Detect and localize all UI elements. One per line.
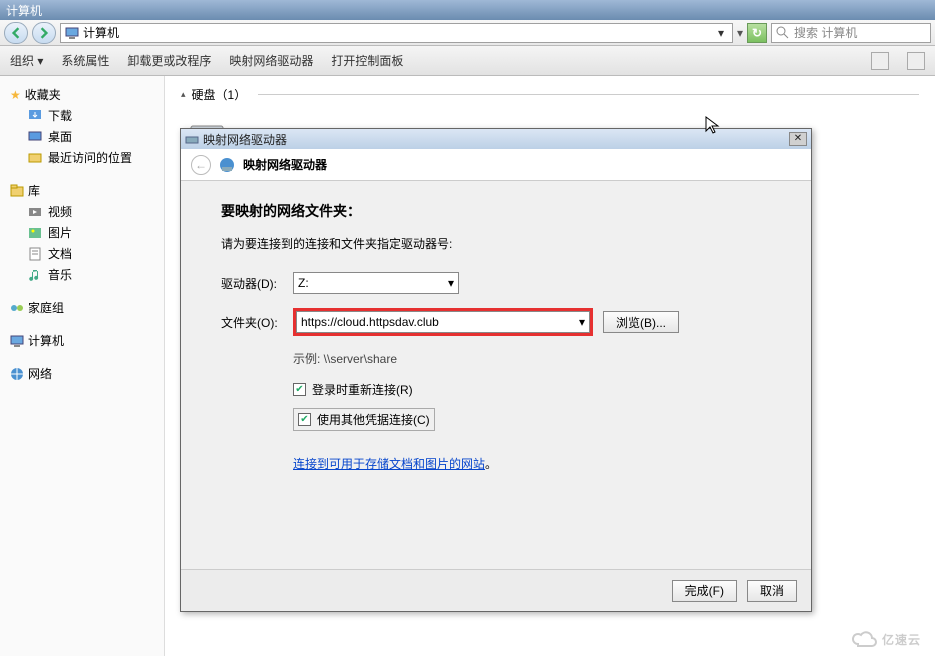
sidebar-item-desktop[interactable]: 桌面 <box>6 126 158 147</box>
example-text: 示例: \\server\share <box>293 350 771 367</box>
drive-icon <box>185 132 199 146</box>
uninstall-programs[interactable]: 卸载更或改程序 <box>127 52 211 69</box>
search-icon <box>776 26 790 40</box>
storage-website-link[interactable]: 连接到可用于存储文档和图片的网站 <box>293 457 485 471</box>
reconnect-checkbox-row[interactable]: ✔ 登录时重新连接(R) <box>293 381 771 398</box>
sidebar-item-recent[interactable]: 最近访问的位置 <box>6 147 158 168</box>
sidebar-item-downloads[interactable]: 下载 <box>6 105 158 126</box>
video-icon <box>28 205 42 219</box>
window-title: 计算机 <box>6 2 42 19</box>
globe-drive-icon <box>219 157 235 173</box>
address-dropdown[interactable]: ▾ <box>714 26 728 40</box>
dialog-title-text: 映射网络驱动器 <box>203 131 287 148</box>
network-icon <box>10 367 24 381</box>
checkbox-checked-icon: ✔ <box>298 413 311 426</box>
sidebar-item-documents[interactable]: 文档 <box>6 243 158 264</box>
finish-button[interactable]: 完成(F) <box>672 580 737 602</box>
folder-label: 文件夹(O): <box>221 314 283 331</box>
folder-highlight-box: https://cloud.httpsdav.club ▾ <box>293 308 593 336</box>
open-control-panel[interactable]: 打开控制面板 <box>331 52 403 69</box>
watermark: 亿速云 <box>850 630 921 648</box>
back-button[interactable] <box>4 22 28 44</box>
dialog-prompt: 请为要连接到的连接和文件夹指定驱动器号: <box>221 235 771 252</box>
homegroup-icon <box>10 301 24 315</box>
browse-button[interactable]: 浏览(B)... <box>603 311 679 333</box>
document-icon <box>28 247 42 261</box>
network-header[interactable]: 网络 <box>6 363 158 384</box>
dialog-titlebar[interactable]: 映射网络驱动器 ✕ <box>181 129 811 149</box>
sidebar-item-music[interactable]: 音乐 <box>6 264 158 285</box>
sidebar-item-videos[interactable]: 视频 <box>6 201 158 222</box>
dialog-body: 要映射的网络文件夹： 请为要连接到的连接和文件夹指定驱动器号: 驱动器(D): … <box>181 181 811 569</box>
arrow-right-icon <box>38 27 50 39</box>
dialog-close-button[interactable]: ✕ <box>789 132 807 146</box>
desktop-icon <box>28 130 42 144</box>
navigation-bar: 计算机 ▾ ▾ ↻ 搜索 计算机 <box>0 20 935 46</box>
othercreds-checkbox-row[interactable]: ✔ 使用其他凭据连接(C) <box>293 408 435 431</box>
map-network-drive[interactable]: 映射网络驱动器 <box>229 52 313 69</box>
cancel-button[interactable]: 取消 <box>747 580 797 602</box>
dialog-subtitle: 映射网络驱动器 <box>243 156 327 173</box>
system-properties[interactable]: 系统属性 <box>61 52 109 69</box>
cloud-icon <box>850 630 878 648</box>
divider-line <box>258 94 919 95</box>
star-icon: ★ <box>10 88 21 102</box>
disk-section-header[interactable]: 硬盘（1） <box>181 84 919 104</box>
homegroup-header[interactable]: 家庭组 <box>6 297 158 318</box>
forward-button[interactable] <box>32 22 56 44</box>
othercreds-label: 使用其他凭据连接(C) <box>317 411 430 428</box>
picture-icon <box>28 226 42 240</box>
drive-value: Z: <box>298 276 309 290</box>
arrow-left-icon <box>10 27 22 39</box>
view-icon[interactable] <box>871 52 889 70</box>
libraries-header[interactable]: 库 <box>6 180 158 201</box>
folder-value: https://cloud.httpsdav.club <box>301 315 579 329</box>
organize-menu[interactable]: 组织 ▾ <box>10 52 43 69</box>
drive-select[interactable]: Z: ▾ <box>293 272 459 294</box>
chevron-down-icon: ▾ <box>448 276 454 290</box>
recent-icon <box>28 151 42 165</box>
address-text: 计算机 <box>83 24 119 41</box>
download-icon <box>28 109 42 123</box>
disk-section-label: 硬盘（1） <box>192 86 247 103</box>
back-arrow-icon[interactable]: ← <box>191 155 211 175</box>
dialog-subheader: ← 映射网络驱动器 <box>181 149 811 181</box>
drive-label: 驱动器(D): <box>221 275 283 292</box>
navigation-sidebar: ★收藏夹 下载 桌面 最近访问的位置 库 视频 图片 文档 音乐 家庭组 计算机… <box>0 76 165 656</box>
folder-combobox[interactable]: https://cloud.httpsdav.club ▾ <box>296 311 590 333</box>
window-titlebar: 计算机 <box>0 0 935 20</box>
map-drive-dialog: 映射网络驱动器 ✕ ← 映射网络驱动器 要映射的网络文件夹： 请为要连接到的连接… <box>180 128 812 612</box>
explorer-toolbar: 组织 ▾ 系统属性 卸载更或改程序 映射网络驱动器 打开控制面板 <box>0 46 935 76</box>
sidebar-item-pictures[interactable]: 图片 <box>6 222 158 243</box>
computer-header[interactable]: 计算机 <box>0 330 164 351</box>
favorites-header[interactable]: ★收藏夹 <box>6 84 158 105</box>
reconnect-label: 登录时重新连接(R) <box>312 381 413 398</box>
address-dropdown-arrow[interactable]: ▾ <box>737 26 743 40</box>
chevron-down-icon: ▾ <box>579 315 585 329</box>
help-icon[interactable] <box>907 52 925 70</box>
search-box[interactable]: 搜索 计算机 <box>771 23 931 43</box>
checkbox-checked-icon: ✔ <box>293 383 306 396</box>
watermark-text: 亿速云 <box>882 631 921 648</box>
library-icon <box>10 184 24 198</box>
computer-icon <box>65 26 79 40</box>
computer-icon <box>10 334 24 348</box>
address-bar[interactable]: 计算机 ▾ <box>60 23 733 43</box>
dialog-heading: 要映射的网络文件夹： <box>221 201 771 221</box>
dialog-footer: 完成(F) 取消 <box>181 569 811 611</box>
search-placeholder: 搜索 计算机 <box>794 24 857 41</box>
refresh-icon: ↻ <box>752 26 762 40</box>
music-icon <box>28 268 42 282</box>
refresh-button[interactable]: ↻ <box>747 23 767 43</box>
